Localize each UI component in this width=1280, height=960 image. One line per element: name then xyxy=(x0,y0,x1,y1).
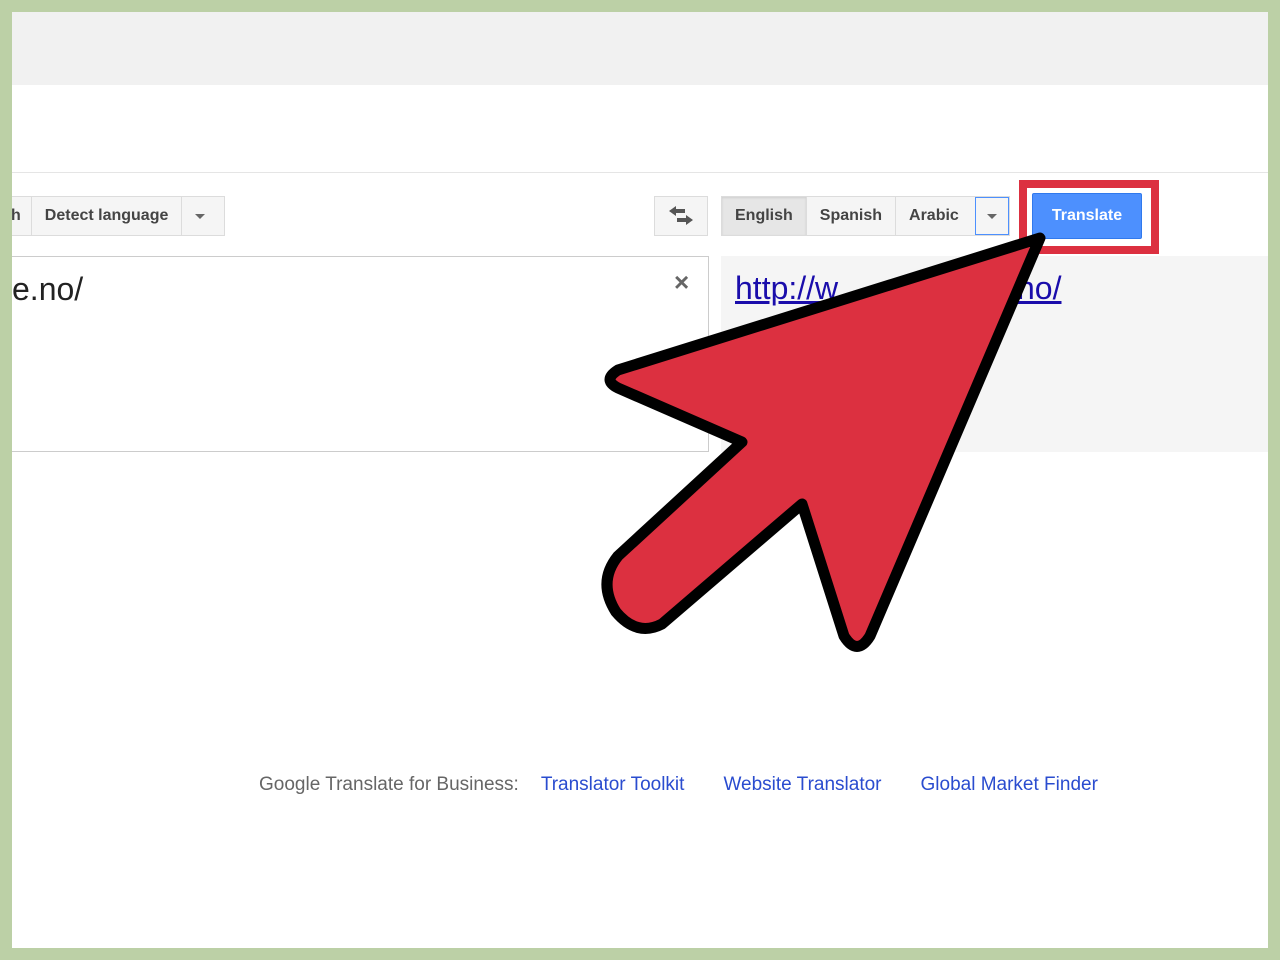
pointer-arrow-icon xyxy=(601,232,1046,652)
screenshot-frame: h Detect language English Spanish Arabic… xyxy=(12,12,1268,948)
